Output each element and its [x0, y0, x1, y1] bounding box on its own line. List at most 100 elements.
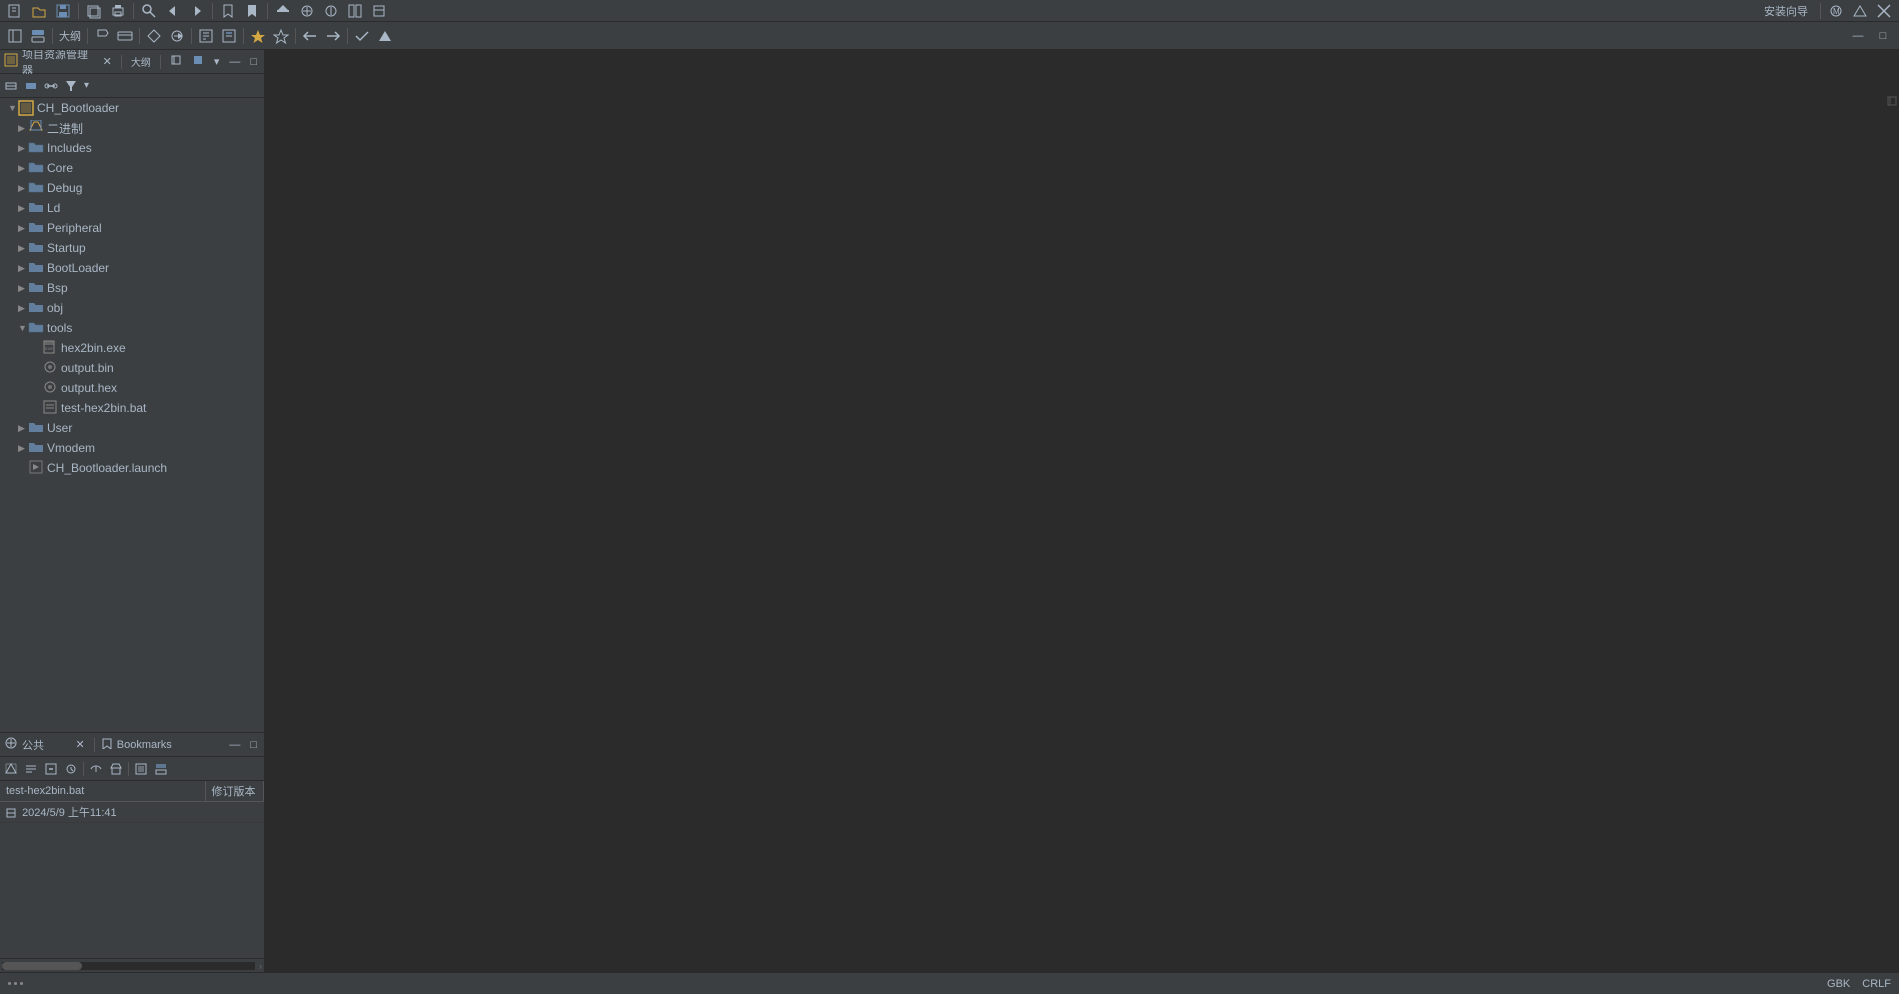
bookmarks-min[interactable]: — — [226, 739, 243, 751]
toolbar-icon3[interactable] — [320, 2, 342, 20]
status-dot2 — [14, 982, 17, 985]
tree-item-vmodem[interactable]: ▶ Vmodem — [0, 438, 264, 458]
bookmark-row[interactable]: 2024/5/9 上午11:41 — [0, 802, 264, 823]
project-btn2[interactable] — [189, 54, 207, 69]
tree-toolbar-expand[interactable] — [22, 77, 40, 95]
toolbar-icon4[interactable] — [344, 2, 366, 20]
tree-toolbar-collapse[interactable] — [2, 77, 20, 95]
toolbar-new[interactable] — [4, 2, 26, 20]
bookmarks-toolbar — [0, 757, 264, 781]
tree-toolbar-filter[interactable] — [62, 77, 80, 95]
tree-item-obj[interactable]: ▶ obj — [0, 298, 264, 318]
sep1 — [78, 3, 79, 19]
bm-btn8[interactable] — [152, 760, 170, 778]
tree-item-launch[interactable]: CH_Bootloader.launch — [0, 458, 264, 478]
project-outline-btn[interactable]: 大纲 — [128, 54, 154, 69]
tree-item-user[interactable]: ▶ User — [0, 418, 264, 438]
tree-item-debug[interactable]: ▶ Debug — [0, 178, 264, 198]
tree-item-ld[interactable]: ▶ Ld — [0, 198, 264, 218]
toolbar2-btn8[interactable] — [195, 27, 217, 45]
toolbar-nav-back[interactable] — [162, 2, 184, 20]
window-minimize[interactable]: — — [1846, 25, 1870, 47]
toolbar2-btn1[interactable] — [4, 27, 26, 45]
toolbar-bookmark2[interactable] — [241, 2, 263, 20]
toolbar2-nav-forward[interactable] — [322, 27, 344, 45]
tree-launch-label: CH_Bootloader.launch — [47, 461, 167, 475]
toolbar-open[interactable] — [28, 2, 50, 20]
bookmarks-tab-label: Bookmarks — [117, 739, 172, 751]
tree-item-binary[interactable]: ▶ 二进制 — [0, 118, 264, 138]
toolbar2-btn13[interactable] — [374, 27, 396, 45]
tree-root[interactable]: ▼ CH_Bootloader — [0, 98, 264, 118]
tree-hex2bin-label: hex2bin.exe — [61, 341, 126, 355]
window-settings-btn[interactable]: 安装向导 — [1756, 0, 1816, 22]
project-min[interactable]: — — [226, 56, 243, 68]
tree-item-includes[interactable]: ▶ Includes — [0, 138, 264, 158]
tree-outputbin-icon — [42, 360, 58, 376]
toolbar2-btn5[interactable] — [114, 27, 136, 45]
toolbar2-btn9[interactable] — [218, 27, 240, 45]
toolbar2-nav-back[interactable] — [299, 27, 321, 45]
tree-item-core[interactable]: ▶ Core — [0, 158, 264, 178]
tree-item-tools[interactable]: ▼ tools — [0, 318, 264, 338]
toolbar2-btn6[interactable] — [143, 27, 165, 45]
bm-btn7[interactable] — [132, 760, 150, 778]
project-max[interactable]: □ — [247, 56, 260, 68]
tree-item-outputbin[interactable]: output.bin — [0, 358, 264, 378]
h-scroll-track[interactable] — [2, 962, 255, 970]
tree-toolbar-link[interactable] — [42, 77, 60, 95]
bm-btn2[interactable] — [22, 760, 40, 778]
bm-btn1[interactable] — [2, 760, 20, 778]
toolbar-search[interactable] — [138, 2, 160, 20]
toolbar-right2[interactable] — [1849, 2, 1871, 20]
h-scrollbar[interactable]: › — [0, 958, 264, 972]
toolbar-bookmark[interactable] — [217, 2, 239, 20]
toolbar2-btn4[interactable] — [91, 27, 113, 45]
tree-obj-arrow: ▶ — [18, 303, 28, 314]
tree-toolbar-dropdown[interactable]: ▾ — [82, 78, 91, 93]
bm-btn6[interactable] — [107, 760, 125, 778]
tree-item-peripheral[interactable]: ▶ Peripheral — [0, 218, 264, 238]
tree-binary-label: 二进制 — [47, 120, 83, 137]
toolbar-icon1[interactable] — [272, 2, 294, 20]
bm-btn4[interactable] — [62, 760, 80, 778]
window-maximize[interactable]: □ — [1871, 25, 1895, 47]
tree-item-bootloader[interactable]: ▶ BootLoader — [0, 258, 264, 278]
toolbar2-btn3[interactable]: 大纲 — [56, 27, 84, 45]
tree-testbat-icon — [42, 400, 58, 416]
status-encoding[interactable]: GBK — [1827, 978, 1850, 990]
bookmarks-max[interactable]: □ — [247, 739, 260, 751]
h-scroll-thumb[interactable] — [2, 962, 82, 970]
toolbar-close-all[interactable] — [83, 2, 105, 20]
tree-ld-label: Ld — [47, 201, 60, 215]
tree-item-testbat[interactable]: test-hex2bin.bat — [0, 398, 264, 418]
project-btn1[interactable] — [167, 54, 185, 69]
toolbar-nav-forward[interactable] — [186, 2, 208, 20]
toolbar-print[interactable] — [107, 2, 129, 20]
tree-item-startup[interactable]: ▶ Startup — [0, 238, 264, 258]
toolbar-right3[interactable] — [1873, 2, 1895, 20]
bookmarks-col-revision[interactable]: 修订版本 — [205, 781, 263, 802]
tree-item-hex2bin[interactable]: EXE hex2bin.exe — [0, 338, 264, 358]
toolbar2-btn12[interactable] — [351, 27, 373, 45]
right-side-btn1[interactable] — [1884, 93, 1896, 112]
bm-btn3[interactable] — [42, 760, 60, 778]
tree-root-icon — [18, 100, 34, 116]
toolbar2-btn11[interactable] — [270, 27, 292, 45]
toolbar2-btn2[interactable] — [27, 27, 49, 45]
bookmarks-col-file[interactable]: test-hex2bin.bat — [0, 781, 205, 802]
bookmarks-close[interactable]: ✕ — [73, 738, 88, 751]
toolbar2-btn7[interactable] — [166, 27, 188, 45]
toolbar-right1[interactable]: M — [1825, 2, 1847, 20]
status-line-ending[interactable]: CRLF — [1862, 978, 1891, 990]
project-explorer-close[interactable]: ✕ — [100, 55, 115, 68]
toolbar2-btn10[interactable] — [247, 27, 269, 45]
bm-btn5[interactable] — [87, 760, 105, 778]
tree-bootloader-icon — [28, 260, 44, 276]
toolbar-save[interactable] — [52, 2, 74, 20]
toolbar-icon5[interactable] — [368, 2, 390, 20]
project-dropdown[interactable]: ▾ — [211, 55, 223, 68]
tree-item-outputhex[interactable]: output.hex — [0, 378, 264, 398]
toolbar-icon2[interactable] — [296, 2, 318, 20]
tree-item-bsp[interactable]: ▶ Bsp — [0, 278, 264, 298]
